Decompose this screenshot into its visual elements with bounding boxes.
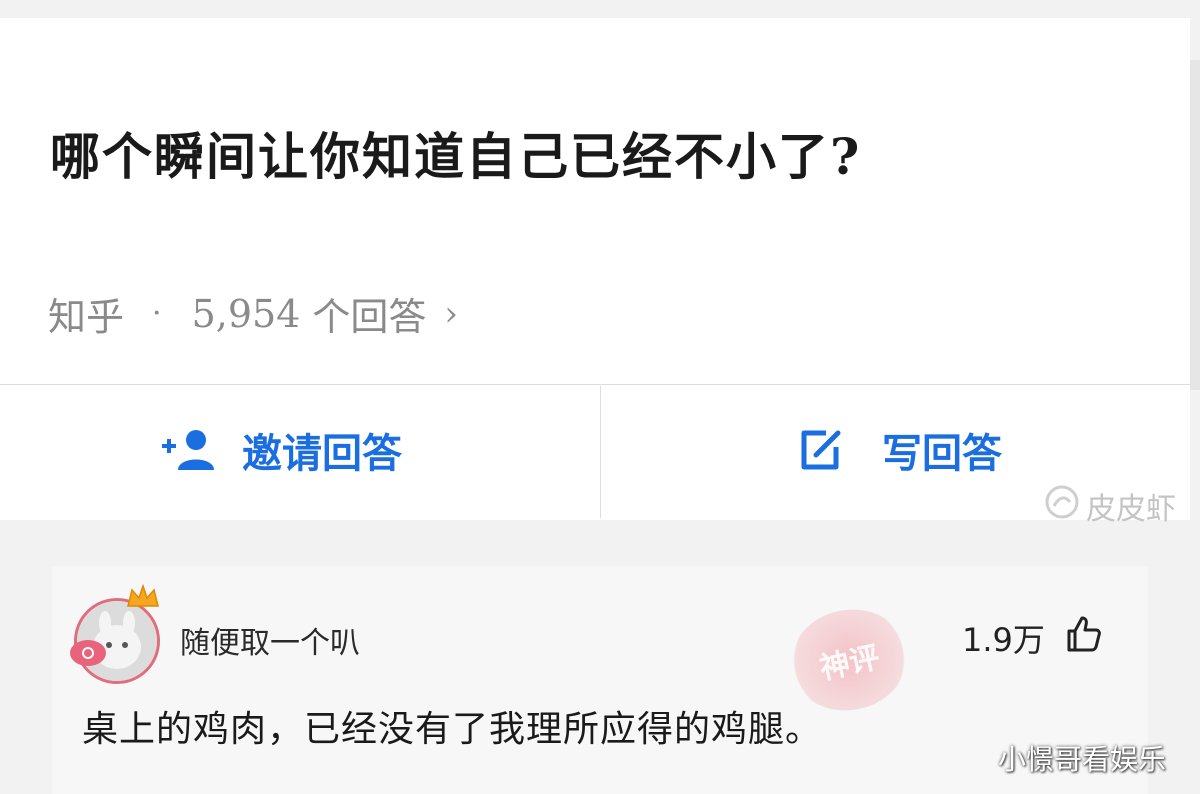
edit-icon [796, 425, 846, 475]
actions-divider [0, 384, 1190, 385]
like-count: 1.9万 [962, 621, 1045, 659]
like-area[interactable]: 1.9万 [962, 614, 1103, 662]
answer-count[interactable]: 5,954 [192, 292, 301, 336]
answer-count-suffix[interactable]: 个回答 [312, 286, 426, 341]
question-title[interactable]: 哪个瞬间让你知道自己已经不小了? [50, 117, 861, 189]
write-answer-button[interactable]: 写回答 [796, 420, 1002, 480]
question-meta: 知乎 · 5,954 个回答 › [48, 286, 458, 341]
app-watermark: 皮皮虾 [1044, 484, 1176, 528]
source-label: 知乎 [48, 295, 125, 339]
invite-answer-button[interactable]: 邀请回答 [160, 420, 402, 480]
meta-separator: · [152, 296, 162, 331]
scrollbar-track[interactable] [1190, 60, 1200, 390]
username[interactable]: 随便取一个叭 [180, 618, 360, 662]
app-watermark-text: 皮皮虾 [1086, 492, 1176, 527]
shrimp-logo-icon [1044, 484, 1080, 528]
avatar[interactable] [70, 583, 162, 684]
actions-separator [600, 386, 601, 518]
author-watermark: 小憬哥看娱乐 [998, 743, 1167, 776]
chevron-right-icon[interactable]: › [444, 294, 458, 334]
crown-icon [126, 583, 160, 614]
thumbs-up-icon[interactable] [1063, 614, 1103, 662]
write-answer-label: 写回答 [882, 430, 1002, 477]
user-badge-icon [70, 640, 106, 666]
add-user-icon [160, 428, 216, 472]
answer-text[interactable]: 桌上的鸡肉，已经没有了我理所应得的鸡腿。 [82, 700, 822, 752]
answer-card[interactable] [52, 566, 1148, 794]
invite-answer-label: 邀请回答 [242, 430, 402, 477]
